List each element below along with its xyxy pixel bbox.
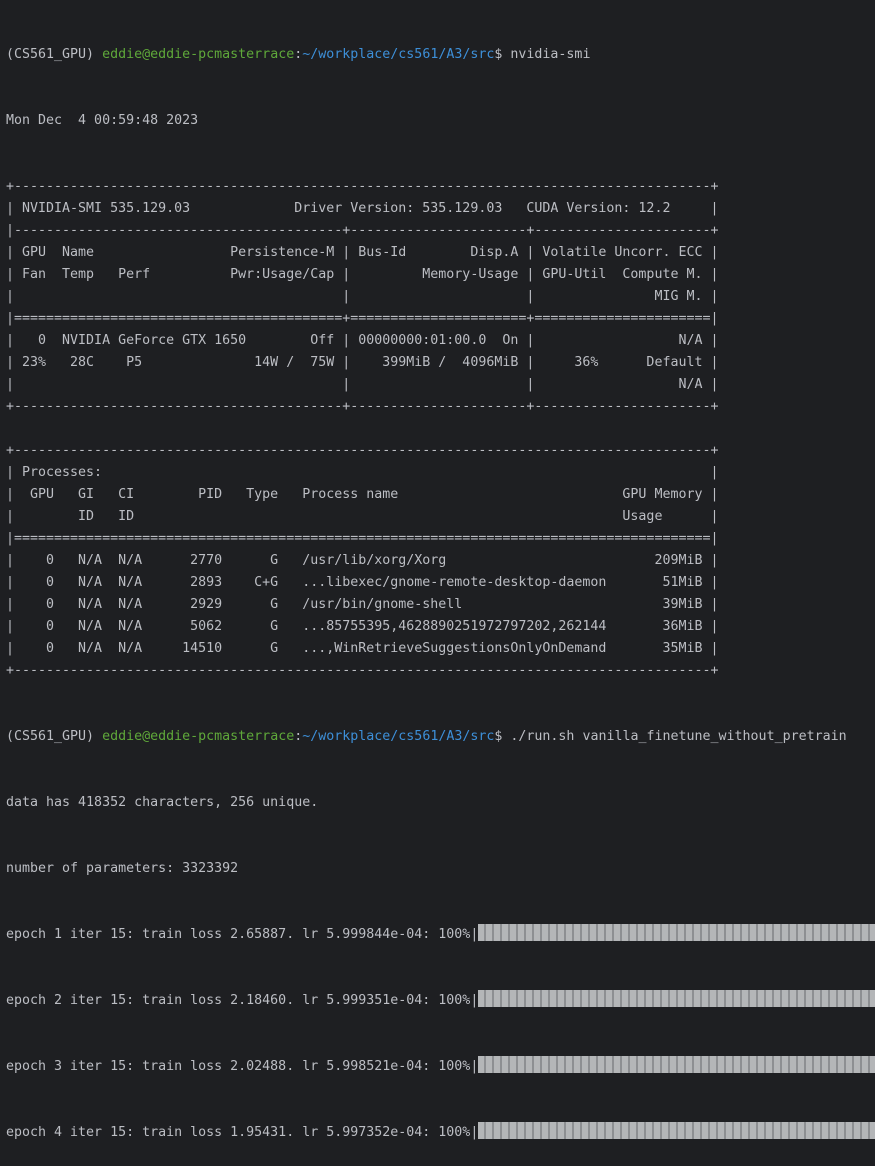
cwd-path: ~/workplace/cs561/A3/src — [302, 47, 495, 62]
epoch-text: epoch 2 iter 15: train loss 2.18460. lr … — [6, 993, 479, 1008]
prompt-dollar: $ — [494, 729, 511, 744]
smi-line: | ID ID Usage | — [6, 509, 719, 524]
smi-line: +---------------------------------------… — [6, 179, 719, 194]
progress-bar — [478, 1056, 875, 1073]
conda-env: (CS561_GPU) — [6, 47, 103, 62]
prompt-dollar: $ — [494, 47, 511, 62]
prompt-sep: : — [294, 729, 303, 744]
progress-bar — [478, 924, 875, 941]
prompt-line: (CS561_GPU) eddie@eddie-pcmasterrace:~/w… — [6, 44, 875, 66]
date-output: Mon Dec 4 00:59:48 2023 — [6, 113, 199, 128]
smi-line: | GPU GI CI PID Type Process name GPU Me… — [6, 487, 719, 502]
smi-line: | 0 N/A N/A 14510 G ...,WinRetrieveSugge… — [6, 641, 719, 656]
progress-bar — [478, 990, 875, 1007]
smi-line: |=======================================… — [6, 311, 719, 326]
output-line: number of parameters: 3323392 — [6, 861, 239, 876]
smi-line: | Fan Temp Perf Pwr:Usage/Cap | Memory-U… — [6, 267, 719, 282]
smi-line: +---------------------------------------… — [6, 443, 719, 458]
smi-line: | 0 N/A N/A 5062 G ...85755395,462889025… — [6, 619, 719, 634]
smi-line: | GPU Name Persistence-M | Bus-Id Disp.A… — [6, 245, 719, 260]
epoch-text: epoch 1 iter 15: train loss 2.65887. lr … — [6, 927, 479, 942]
smi-line: | 0 N/A N/A 2770 G /usr/lib/xorg/Xorg 20… — [6, 553, 719, 568]
user-host: eddie@eddie-pcmasterrace — [102, 47, 295, 62]
output-line: data has 418352 characters, 256 unique. — [6, 795, 319, 810]
nvidia-smi-output: +---------------------------------------… — [6, 176, 875, 682]
smi-line: | 23% 28C P5 14W / 75W | 399MiB / 4096Mi… — [6, 355, 719, 370]
smi-line: +---------------------------------------… — [6, 399, 719, 414]
smi-line: | NVIDIA-SMI 535.129.03 Driver Version: … — [6, 201, 719, 216]
smi-line: | 0 N/A N/A 2893 C+G ...libexec/gnome-re… — [6, 575, 719, 590]
command: ./run.sh vanilla_finetune_without_pretra… — [510, 729, 847, 744]
smi-line: |---------------------------------------… — [6, 223, 719, 238]
epoch-line: epoch 4 iter 15: train loss 1.95431. lr … — [6, 1122, 875, 1144]
user-host: eddie@eddie-pcmasterrace — [102, 729, 295, 744]
epoch-line: epoch 3 iter 15: train loss 2.02488. lr … — [6, 1056, 875, 1078]
epoch-text: epoch 3 iter 15: train loss 2.02488. lr … — [6, 1059, 479, 1074]
smi-line: | | | MIG M. | — [6, 289, 719, 304]
progress-bar — [478, 1122, 875, 1139]
epoch-text: epoch 4 iter 15: train loss 1.95431. lr … — [6, 1125, 479, 1140]
smi-line: | | | N/A | — [6, 377, 719, 392]
terminal[interactable]: (CS561_GPU) eddie@eddie-pcmasterrace:~/w… — [6, 0, 875, 1166]
prompt-line: (CS561_GPU) eddie@eddie-pcmasterrace:~/w… — [6, 726, 875, 748]
cwd-path: ~/workplace/cs561/A3/src — [302, 729, 495, 744]
smi-line: | 0 N/A N/A 2929 G /usr/bin/gnome-shell … — [6, 597, 719, 612]
epoch-line: epoch 1 iter 15: train loss 2.65887. lr … — [6, 924, 875, 946]
smi-line: |=======================================… — [6, 531, 719, 546]
smi-line — [6, 418, 875, 440]
smi-line: | Processes: | — [6, 465, 719, 480]
smi-line: | 0 NVIDIA GeForce GTX 1650 Off | 000000… — [6, 333, 719, 348]
epoch-line: epoch 2 iter 15: train loss 2.18460. lr … — [6, 990, 875, 1012]
smi-line: +---------------------------------------… — [6, 663, 719, 678]
conda-env: (CS561_GPU) — [6, 729, 103, 744]
command: nvidia-smi — [510, 47, 591, 62]
